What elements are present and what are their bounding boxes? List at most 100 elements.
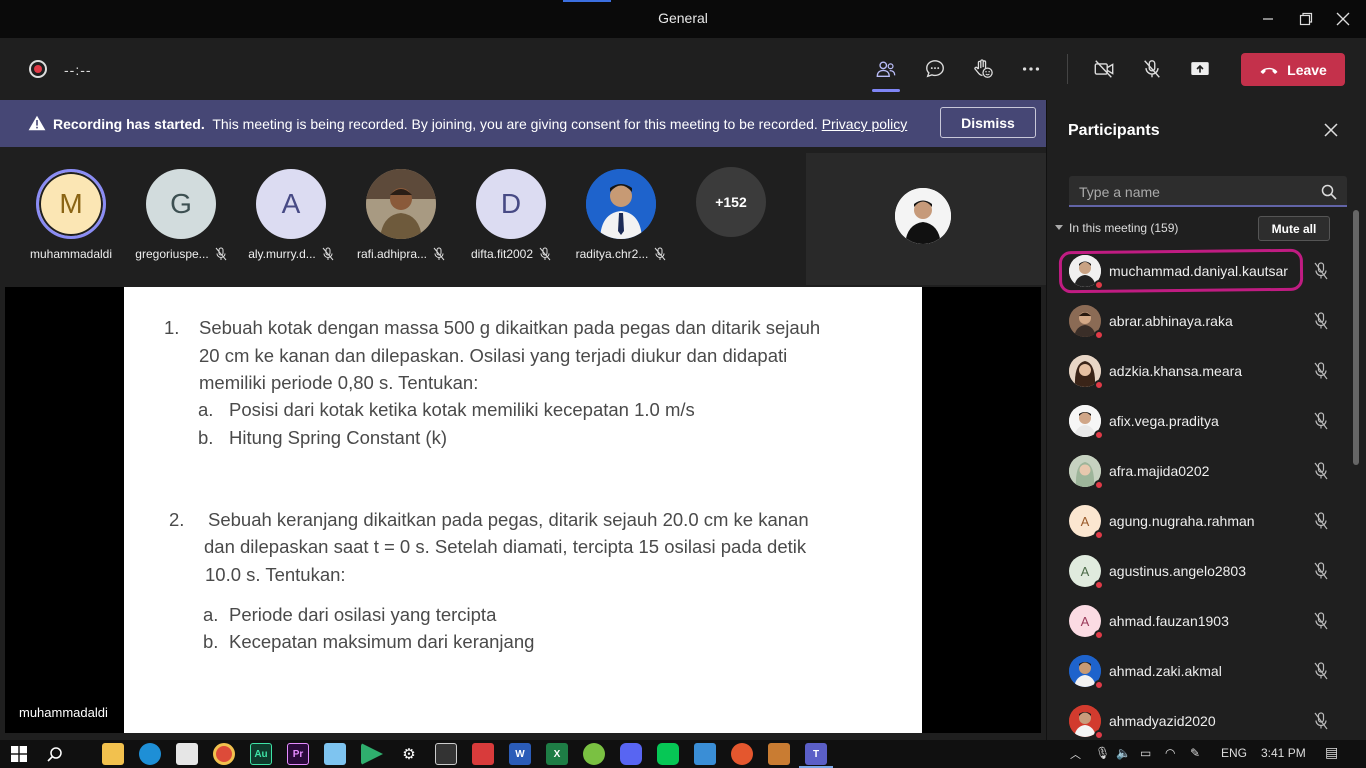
audition-icon[interactable]: Au	[250, 743, 272, 765]
search-button[interactable]	[44, 743, 66, 765]
participant-tile[interactable]: A aly.murry.d...	[236, 169, 346, 261]
chrome-icon[interactable]	[213, 743, 235, 765]
word-icon[interactable]: W	[509, 743, 531, 765]
privacy-policy-link[interactable]: Privacy policy	[822, 116, 908, 132]
list-item[interactable]: afix.vega.praditya	[1047, 396, 1353, 446]
photos-icon[interactable]	[694, 743, 716, 765]
avatar	[1069, 405, 1104, 440]
app-icon[interactable]	[731, 743, 753, 765]
avatar: M	[36, 169, 106, 239]
search-icon[interactable]	[1321, 184, 1337, 200]
app-icon[interactable]	[768, 743, 790, 765]
battery-icon[interactable]: ▭	[1140, 746, 1151, 760]
tile-name: raditya.chr2...	[575, 247, 649, 261]
utorrent-icon[interactable]	[583, 743, 605, 765]
search-icon	[47, 747, 62, 762]
windows-taskbar: Au Pr ⚙ W X T ︿ 🎙 🔈 ▭ ◠ ✎ ENG 3:41 PM ▤	[0, 740, 1366, 768]
recording-banner: Recording has started. This meeting is b…	[0, 100, 1046, 147]
start-button[interactable]	[8, 743, 30, 765]
leave-button[interactable]: Leave	[1241, 53, 1345, 86]
mic-off-icon	[215, 247, 227, 261]
participants-toggle-button[interactable]	[870, 54, 902, 92]
notepad-icon[interactable]	[324, 743, 346, 765]
pen-icon[interactable]: ✎	[1190, 746, 1200, 760]
share-screen-button[interactable]	[1184, 54, 1216, 84]
notifications-icon[interactable]: ▤	[1325, 744, 1338, 761]
participant-name: agung.nugraha.rahman	[1109, 513, 1255, 529]
store-icon[interactable]	[176, 743, 198, 765]
list-item[interactable]: ahmad.zaki.akmal	[1047, 646, 1353, 696]
settings-icon[interactable]: ⚙	[398, 743, 420, 765]
raise-hand-icon	[974, 59, 993, 78]
close-window-button[interactable]	[1320, 0, 1366, 38]
clock[interactable]: 3:41 PM	[1261, 746, 1306, 760]
tray-chevron-icon[interactable]: ︿	[1070, 746, 1081, 762]
mute-all-button[interactable]: Mute all	[1258, 216, 1330, 241]
in-meeting-section[interactable]: In this meeting (159)	[1055, 221, 1178, 235]
terminal-icon[interactable]	[435, 743, 457, 765]
close-icon[interactable]	[1321, 120, 1341, 140]
mic-off-icon	[1314, 562, 1328, 580]
premiere-icon[interactable]: Pr	[287, 743, 309, 765]
participant-tile[interactable]: D difta.fit2002	[456, 169, 566, 261]
participant-tile[interactable]: raditya.chr2...	[566, 169, 676, 261]
app-icon[interactable]	[472, 743, 494, 765]
participant-tile[interactable]: G gregoriuspe...	[126, 169, 236, 261]
shared-screen: 1. Sebuah kotak dengan massa 500 g dikai…	[5, 287, 1041, 733]
dismiss-button[interactable]: Dismiss	[940, 107, 1036, 138]
list-item[interactable]: A agustinus.angelo2803	[1047, 546, 1353, 596]
file-explorer-icon[interactable]	[102, 743, 124, 765]
mic-off-icon	[1314, 312, 1328, 330]
language-indicator[interactable]: ENG	[1221, 746, 1247, 760]
discord-icon[interactable]	[620, 743, 642, 765]
volume-icon[interactable]: 🔈	[1116, 746, 1131, 760]
participant-name: ahmad.fauzan1903	[1109, 613, 1229, 629]
question-1-number: 1.	[164, 317, 180, 338]
question-2-number: 2.	[169, 509, 185, 530]
more-actions-button[interactable]	[1015, 54, 1047, 84]
list-item[interactable]: adzkia.khansa.meara	[1047, 346, 1353, 396]
panel-scrollbar[interactable]	[1353, 210, 1359, 465]
participant-name: ahmad.zaki.akmal	[1109, 663, 1222, 679]
search-input[interactable]	[1079, 182, 1309, 202]
participant-name: muchammad.daniyal.kautsar	[1109, 263, 1288, 279]
question-2a-text: Periode dari osilasi yang tercipta	[229, 604, 497, 625]
list-item[interactable]: abrar.abhinaya.raka	[1047, 296, 1353, 346]
avatar: A	[1069, 605, 1104, 640]
list-item[interactable]: afra.majida0202	[1047, 446, 1353, 496]
reactions-button[interactable]	[967, 54, 999, 84]
list-item[interactable]: muchammad.daniyal.kautsar	[1047, 246, 1353, 296]
banner-text: This meeting is being recorded. By joini…	[212, 116, 818, 132]
participant-tile[interactable]: rafi.adhipra...	[346, 169, 456, 261]
mic-off-icon	[1144, 60, 1160, 78]
mic-off-icon	[1314, 412, 1328, 430]
camera-toggle-button[interactable]	[1088, 54, 1120, 84]
avatar	[1069, 705, 1104, 740]
teams-icon[interactable]: T	[799, 743, 833, 768]
list-item[interactable]: A agung.nugraha.rahman	[1047, 496, 1353, 546]
chat-button[interactable]	[919, 54, 951, 84]
more-participants-tile[interactable]: +152	[676, 167, 786, 237]
video-gallery: M muhammadaldi G gregoriuspe... A aly.mu…	[0, 147, 1046, 285]
participant-tile[interactable]: M muhammadaldi	[16, 169, 126, 261]
camera-off-icon	[1094, 60, 1114, 78]
recording-icon	[29, 60, 47, 78]
excel-icon[interactable]: X	[546, 743, 568, 765]
mic-toggle-button[interactable]	[1136, 54, 1168, 84]
title-bar: General	[0, 0, 1366, 38]
presenter-name: muhammadaldi	[19, 705, 108, 720]
mic-off-icon	[654, 247, 666, 261]
list-item[interactable]: ahmadyazid2020	[1047, 696, 1353, 746]
avatar	[895, 188, 951, 244]
edge-icon[interactable]	[139, 743, 161, 765]
line-icon[interactable]	[657, 743, 679, 765]
tile-name: muhammadaldi	[29, 247, 113, 261]
meeting-toolbar: --:-- Leave	[0, 38, 1366, 100]
toolbar-divider	[1067, 54, 1068, 84]
avatar	[1069, 305, 1104, 340]
chat-icon	[926, 60, 944, 78]
wifi-icon[interactable]: ◠	[1165, 746, 1175, 760]
list-item[interactable]: A ahmad.fauzan1903	[1047, 596, 1353, 646]
microphone-tray-icon[interactable]: 🎙	[1095, 746, 1110, 760]
play-icon[interactable]	[361, 743, 383, 765]
